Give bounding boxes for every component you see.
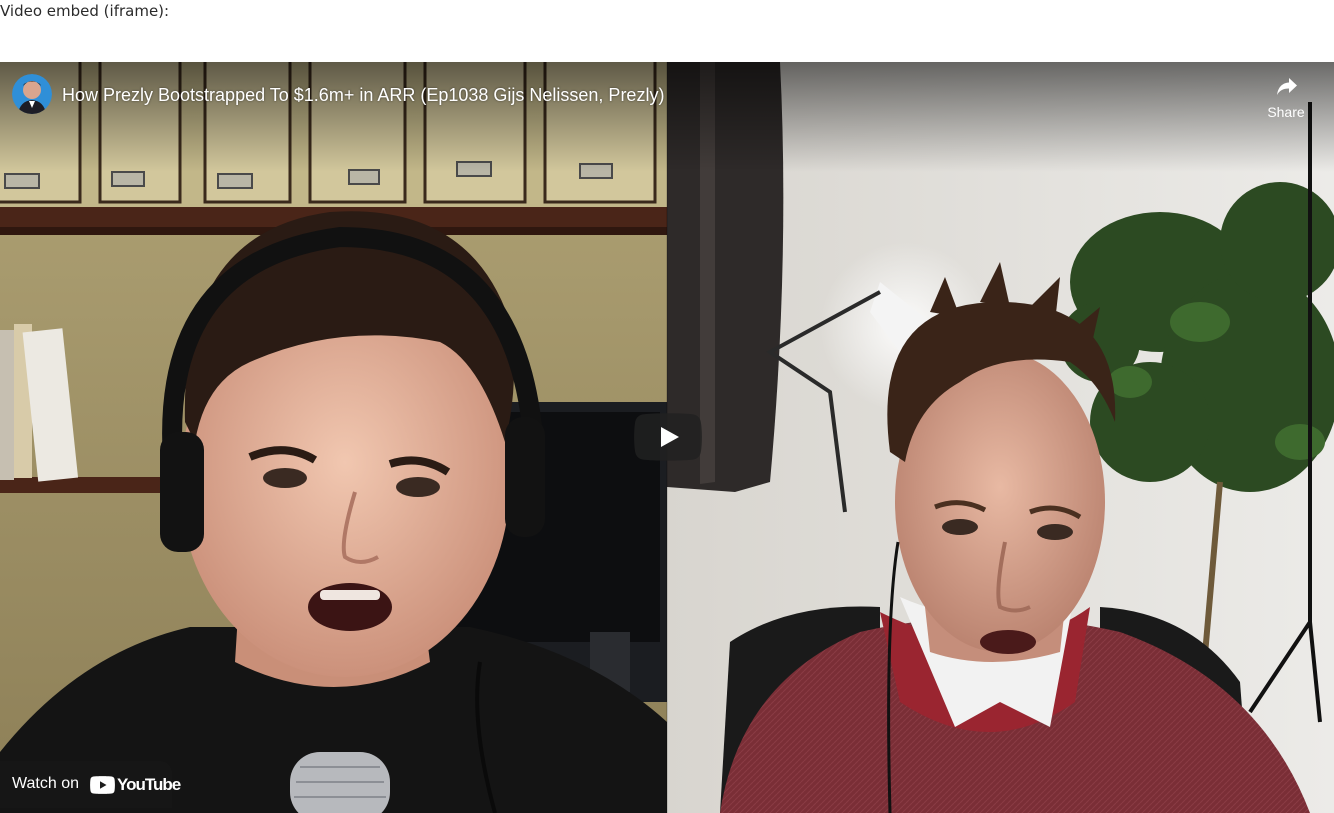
title-bar-gradient — [0, 62, 1334, 172]
youtube-wordmark: YouTube — [117, 775, 181, 794]
embed-label: Video embed (iframe): — [0, 2, 170, 20]
right-participant-scene — [667, 62, 1334, 813]
video-title[interactable]: How Prezly Bootstrapped To $1.6m+ in ARR… — [62, 82, 664, 108]
left-participant-scene — [0, 62, 667, 813]
video-embed[interactable]: How Prezly Bootstrapped To $1.6m+ in ARR… — [0, 62, 1334, 813]
watch-on-youtube-button[interactable]: Watch on YouTube — [0, 761, 181, 808]
watch-on-label: Watch on — [12, 775, 79, 792]
youtube-play-logo-icon — [90, 776, 115, 794]
channel-avatar[interactable] — [12, 74, 52, 114]
share-arrow-icon — [1277, 78, 1297, 95]
youtube-logo: YouTube — [90, 775, 181, 795]
play-icon — [634, 413, 702, 461]
share-button[interactable]: Share — [1256, 72, 1316, 124]
share-label: Share — [1267, 104, 1305, 120]
play-button[interactable] — [634, 413, 702, 461]
avatar-image — [12, 74, 52, 114]
